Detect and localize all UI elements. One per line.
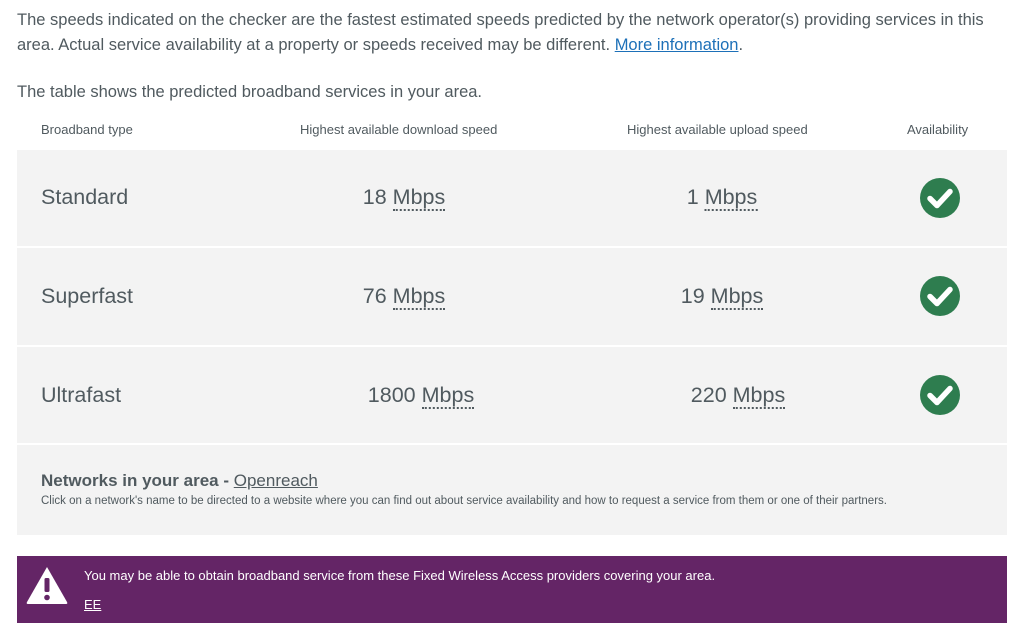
- table-row: Standard 18 Mbps 1 Mbps: [17, 150, 1007, 246]
- fwa-provider-link[interactable]: EE: [84, 597, 101, 612]
- broadband-type: Ultrafast: [41, 383, 122, 407]
- networks-title: Networks in your area -: [41, 471, 230, 490]
- header-broadband-type: Broadband type: [41, 122, 133, 137]
- available-check-icon: [920, 375, 960, 415]
- intro-after-link: .: [738, 36, 744, 54]
- upload-speed: 220 Mbps: [690, 383, 786, 409]
- download-value: 18: [362, 185, 387, 209]
- network-provider-link[interactable]: Openreach: [234, 471, 318, 490]
- intro-text: The speeds indicated on the checker are …: [17, 11, 984, 54]
- speed-unit: Mbps: [392, 185, 446, 211]
- upload-value: 19: [680, 284, 705, 308]
- download-speed: 76 Mbps: [362, 284, 446, 310]
- download-value: 1800: [367, 383, 416, 407]
- fixed-wireless-notice: You may be able to obtain broadband serv…: [17, 556, 1007, 623]
- table-row: Ultrafast 1800 Mbps 220 Mbps: [17, 347, 1007, 443]
- header-availability: Availability: [907, 122, 969, 137]
- speed-unit: Mbps: [421, 383, 475, 409]
- header-download-speed: Highest available download speed: [300, 122, 498, 137]
- warning-icon: [26, 567, 68, 604]
- networks-help-text: Click on a network's name to be directed…: [41, 495, 887, 507]
- header-upload-speed: Highest available upload speed: [627, 122, 808, 137]
- speed-unit: Mbps: [704, 185, 758, 211]
- upload-speed: 19 Mbps: [680, 284, 764, 310]
- networks-heading: Networks in your area - Openreach: [41, 471, 318, 491]
- notice-text: You may be able to obtain broadband serv…: [84, 568, 716, 583]
- speed-unit: Mbps: [710, 284, 764, 310]
- intro-paragraph: The speeds indicated on the checker are …: [17, 8, 1007, 58]
- upload-value: 220: [690, 383, 727, 407]
- speed-unit: Mbps: [732, 383, 786, 409]
- download-speed: 18 Mbps: [362, 185, 446, 211]
- upload-value: 1: [686, 185, 699, 209]
- broadband-type: Superfast: [41, 284, 134, 308]
- available-check-icon: [920, 276, 960, 316]
- speed-unit: Mbps: [392, 284, 446, 310]
- download-speed: 1800 Mbps: [367, 383, 475, 409]
- table-row: Superfast 76 Mbps 19 Mbps: [17, 248, 1007, 345]
- networks-panel: Networks in your area - Openreach Click …: [17, 445, 1007, 535]
- more-information-link[interactable]: More information: [615, 36, 739, 54]
- download-value: 76: [362, 284, 387, 308]
- broadband-type: Standard: [41, 185, 129, 209]
- broadband-checker-results: The speeds indicated on the checker are …: [0, 0, 1024, 642]
- upload-speed: 1 Mbps: [686, 185, 758, 211]
- available-check-icon: [920, 178, 960, 218]
- table-caption: The table shows the predicted broadband …: [17, 83, 483, 101]
